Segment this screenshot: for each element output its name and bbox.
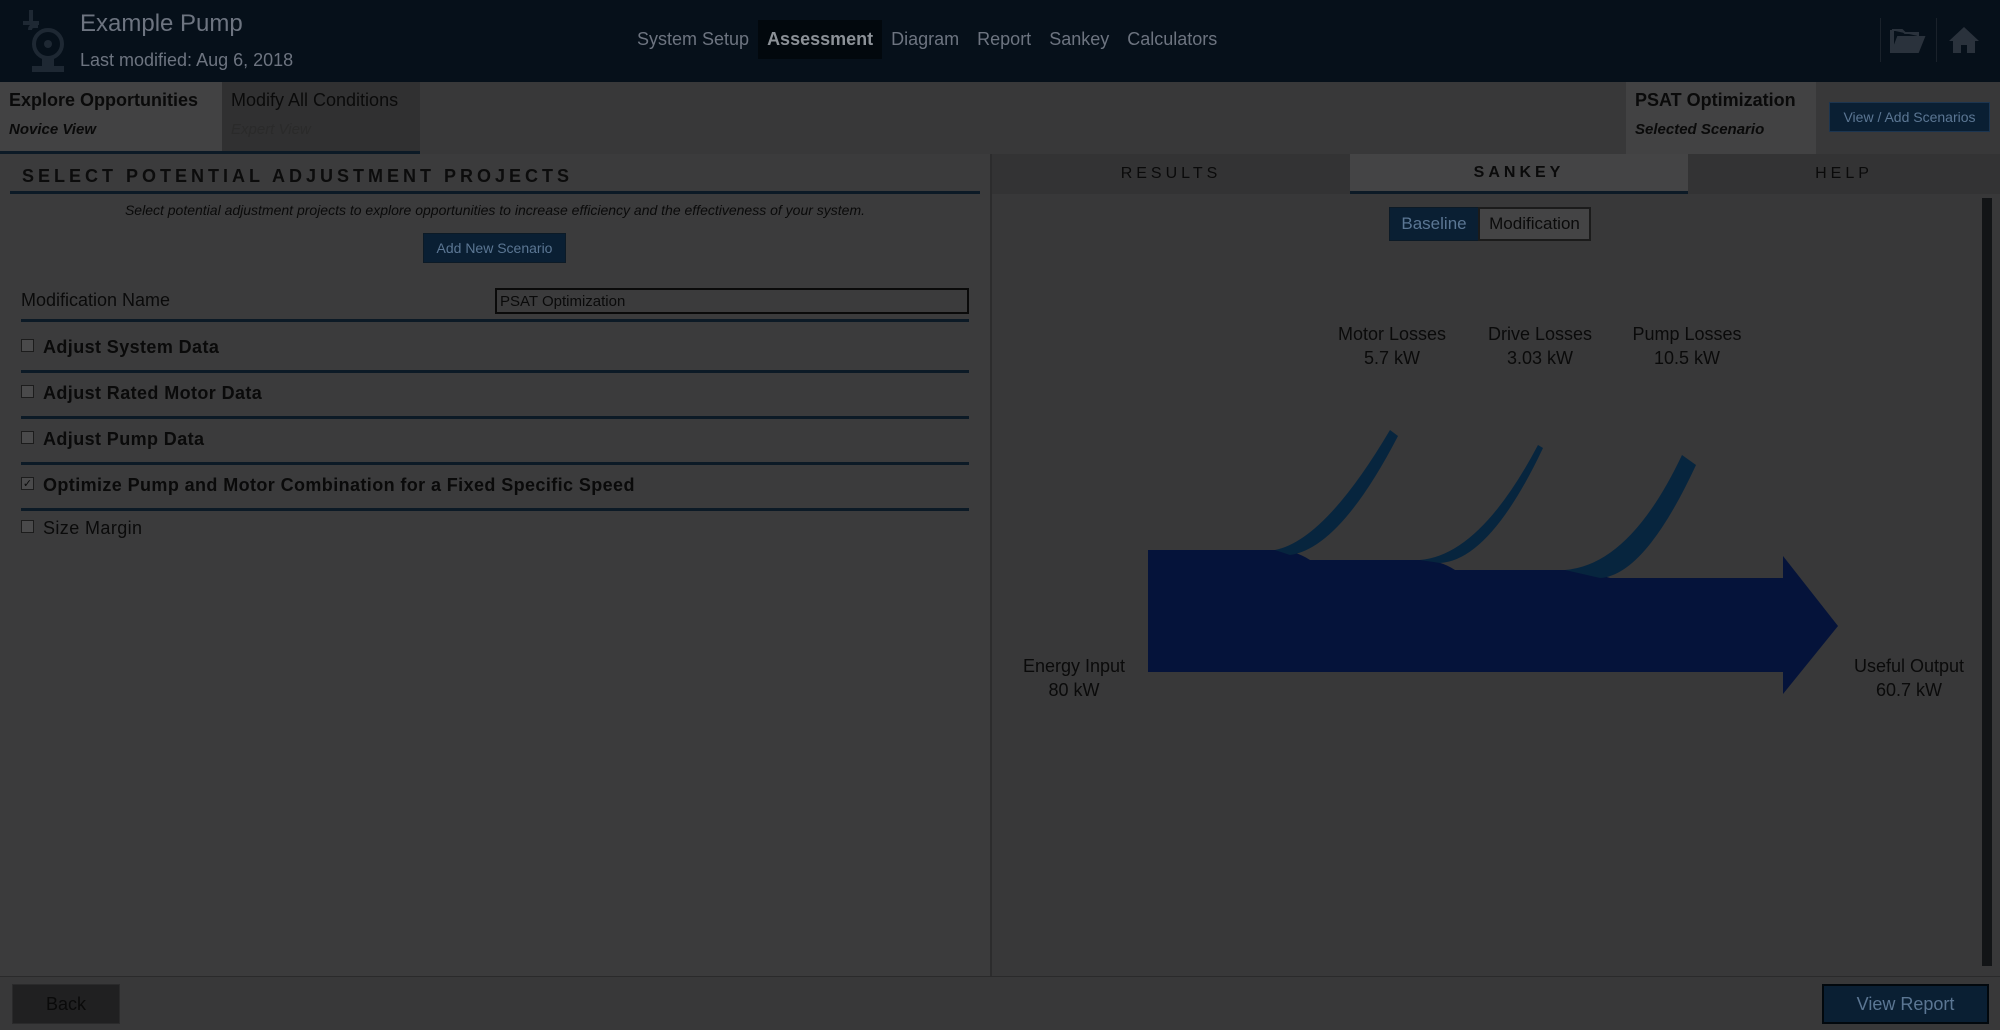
loss-label-text: Pump Losses [1632, 324, 1742, 344]
motor-losses-label: Motor Losses 5.7 kW [1325, 322, 1459, 370]
sankey-motor-loss-branch [1275, 430, 1398, 555]
input-label-value: 80 kW [1048, 680, 1100, 700]
sankey-diagram [1148, 430, 1838, 694]
output-label-value: 60.7 kW [1875, 680, 1943, 700]
drive-losses-label: Drive Losses 3.03 kW [1478, 322, 1602, 370]
back-button[interactable]: Back [12, 984, 120, 1024]
pump-losses-label: Pump Losses 10.5 kW [1622, 322, 1752, 370]
input-label-text: Energy Input [1022, 656, 1126, 676]
footer-bar [0, 976, 2000, 1030]
sankey-main-flow [1148, 550, 1838, 694]
sankey-pump-loss-branch [1565, 455, 1696, 578]
loss-label-text: Drive Losses [1487, 324, 1593, 344]
scrollbar[interactable] [1982, 198, 1992, 966]
sankey-drive-loss-branch [1420, 445, 1543, 563]
output-label-text: Useful Output [1853, 656, 1965, 676]
useful-output-label: Useful Output 60.7 kW [1840, 654, 1978, 702]
energy-input-label: Energy Input 80 kW [1014, 654, 1134, 702]
loss-label-value: 10.5 kW [1653, 348, 1721, 368]
view-report-button[interactable]: View Report [1822, 984, 1989, 1024]
loss-label-text: Motor Losses [1337, 324, 1447, 344]
loss-label-value: 5.7 kW [1363, 348, 1420, 368]
loss-label-value: 3.03 kW [1506, 348, 1574, 368]
